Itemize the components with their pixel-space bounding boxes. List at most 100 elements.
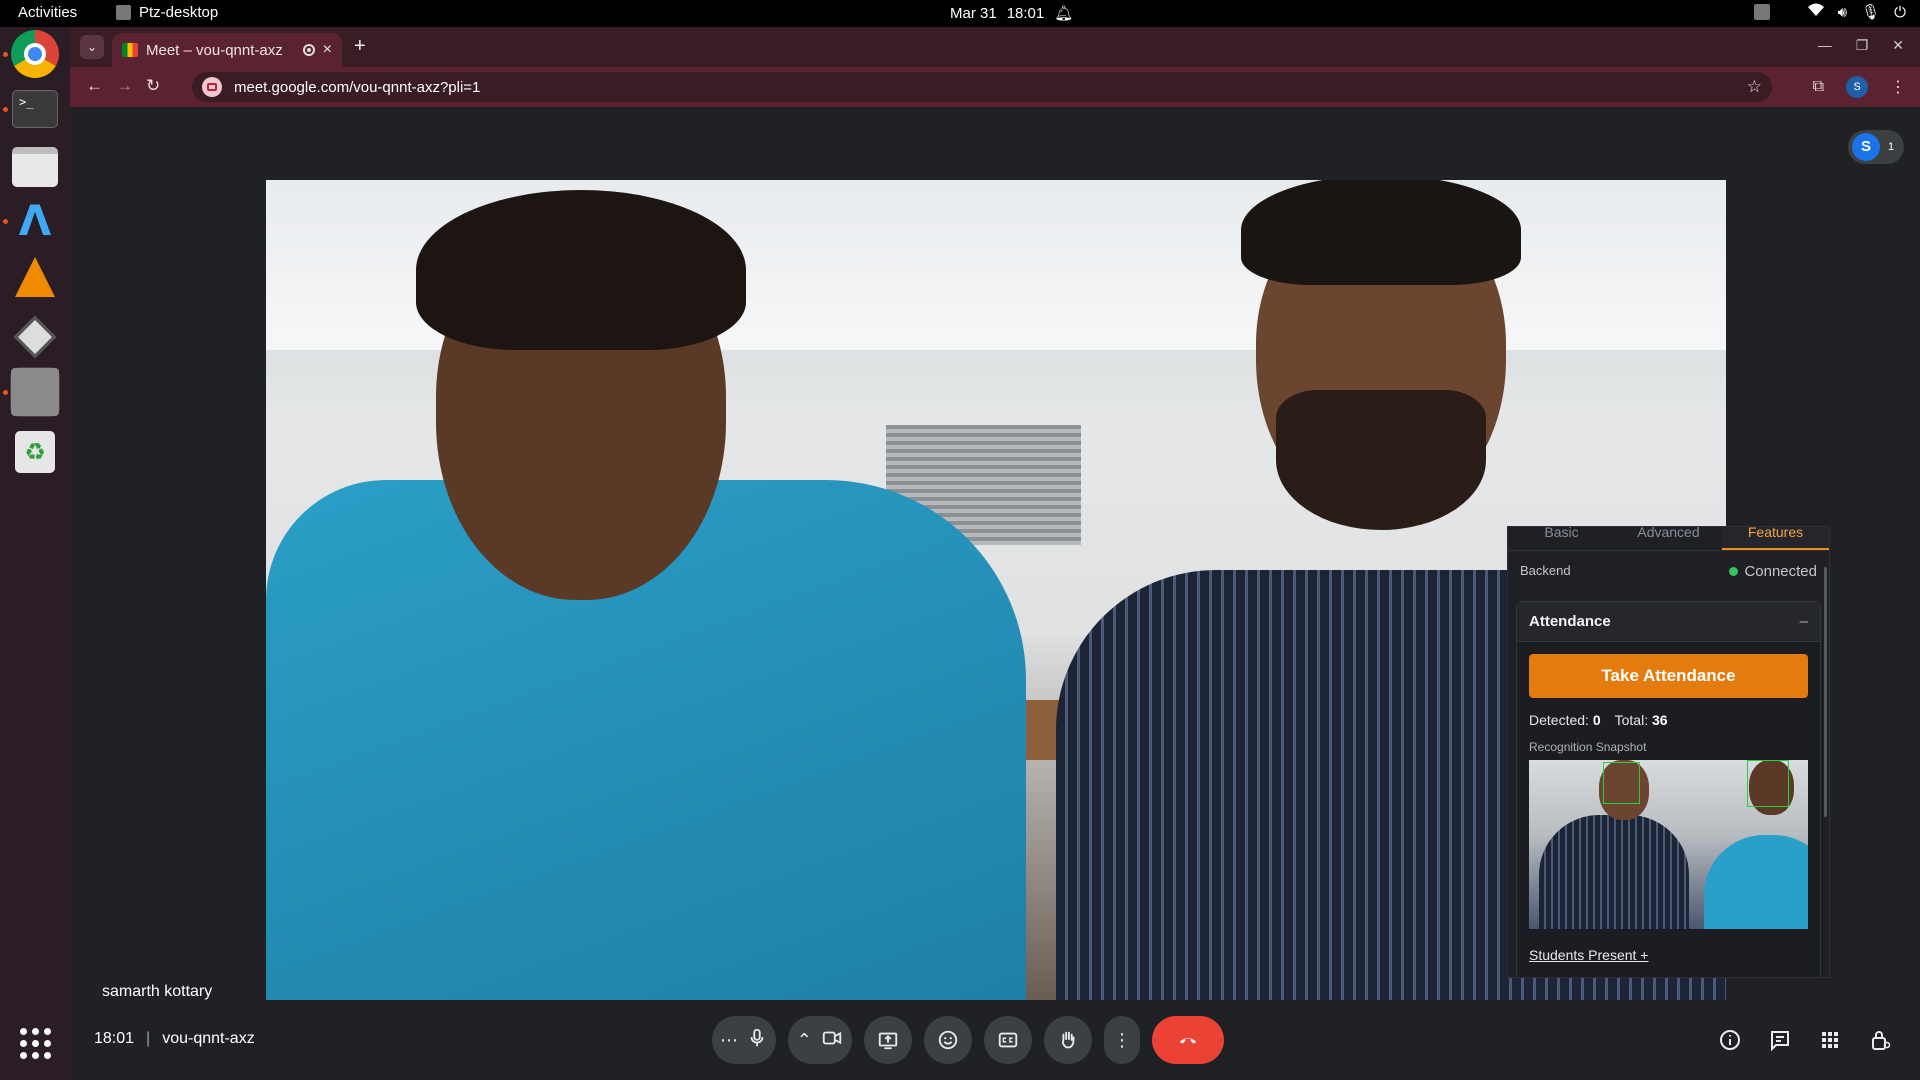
attendance-header[interactable]: Attendance –	[1517, 602, 1820, 642]
more-options-icon[interactable]: ⋯	[720, 1030, 738, 1051]
info-icon[interactable]	[1718, 1028, 1742, 1057]
chevron-up-icon[interactable]: ⌃	[797, 1030, 812, 1051]
face-detection-box	[1747, 760, 1789, 807]
take-attendance-button[interactable]: Take Attendance	[1529, 654, 1808, 698]
window-controls: — ❐ ✕	[1818, 37, 1904, 54]
tab-advanced[interactable]: Advanced	[1615, 527, 1722, 550]
browser-toolbar: ← → ↻ meet.google.com/vou-qnnt-axz?pli=1…	[70, 67, 1920, 107]
tab-features[interactable]: Features	[1722, 527, 1829, 550]
trash-icon[interactable]: ♻	[10, 427, 60, 477]
clock-button[interactable]: Mar 31 18:01 🔔︎	[950, 4, 1074, 23]
package-icon[interactable]	[10, 312, 60, 362]
minimize-icon[interactable]: —	[1818, 37, 1832, 54]
raise-hand-icon[interactable]	[1044, 1016, 1092, 1064]
captions-icon[interactable]	[984, 1016, 1032, 1064]
extensions-icon[interactable]: ⧉	[1813, 78, 1824, 96]
new-tab-button[interactable]: +	[354, 35, 366, 58]
toolbar-actions: ⧉ S ⋮	[1813, 76, 1906, 98]
recognition-snapshot	[1529, 760, 1808, 929]
microphone-icon[interactable]	[746, 1027, 768, 1054]
connection-status: Connected	[1729, 563, 1817, 580]
back-icon[interactable]: ←	[86, 76, 103, 96]
site-info-icon[interactable]	[202, 77, 222, 97]
clock-date: Mar 31	[950, 4, 997, 22]
tab-search-button[interactable]: ⌄	[80, 35, 104, 59]
arc-icon[interactable]: Λ	[10, 195, 60, 245]
meet-stage: S 1 Basic Advanced Features Backend Conn…	[70, 107, 1920, 1080]
end-call-icon[interactable]	[1152, 1016, 1224, 1064]
running-indicator	[3, 219, 8, 224]
maximize-icon[interactable]: ❐	[1856, 37, 1869, 54]
bookmark-star-icon[interactable]: ☆	[1747, 77, 1762, 97]
participant-avatar: S	[1852, 133, 1880, 161]
indicator-icon	[1753, 4, 1770, 20]
recording-icon	[302, 44, 315, 56]
system-tray[interactable]: 🔊︎ 🎙︎ ⏻	[1753, 3, 1906, 21]
dock: >_ Λ ♻	[0, 27, 70, 1080]
connection-status-text: Connected	[1744, 563, 1817, 580]
camera-icon[interactable]	[821, 1027, 843, 1054]
host-controls-icon[interactable]	[1868, 1028, 1892, 1057]
power-icon: ⏻	[1894, 3, 1906, 21]
terminal-icon[interactable]: >_	[10, 84, 60, 134]
meeting-code: vou-qnnt-axz	[162, 1030, 255, 1047]
chat-icon[interactable]	[1768, 1028, 1792, 1057]
menu-dots-icon[interactable]: ⋮	[1890, 77, 1906, 97]
detected-value: 0	[1592, 712, 1601, 728]
more-vert-icon[interactable]: ⋮	[1104, 1016, 1140, 1064]
chrome-icon[interactable]	[10, 29, 60, 79]
vlc-icon[interactable]	[10, 252, 60, 302]
volume-icon: 🔊︎	[1837, 3, 1848, 21]
window-icon[interactable]	[10, 367, 60, 417]
reload-icon[interactable]: ↻	[146, 76, 160, 96]
tab-strip: ⌄ Meet – vou-qnnt-axz × + — ❐ ✕	[70, 27, 1920, 67]
meeting-info: 18:01 | vou-qnnt-axz	[94, 1030, 255, 1048]
backend-label: Backend	[1520, 563, 1571, 578]
collapse-icon[interactable]: –	[1800, 613, 1808, 630]
show-apps-icon[interactable]	[20, 1028, 52, 1060]
audio-control-group: ⋯	[712, 1016, 776, 1064]
status-dot-icon	[1729, 567, 1739, 576]
close-tab-icon[interactable]: ×	[323, 41, 332, 59]
tab-title: Meet – vou-qnnt-axz	[146, 41, 283, 59]
total-count: Total: 36	[1615, 712, 1668, 728]
panel-tabs: Basic Advanced Features	[1508, 527, 1829, 551]
video-control-group: ⌃	[788, 1016, 852, 1064]
total-label: Total:	[1614, 712, 1649, 728]
app-menu[interactable]: Ptz-desktop	[116, 4, 218, 21]
running-indicator	[3, 52, 8, 57]
snapshot-person-left	[1539, 815, 1689, 929]
tab-meet[interactable]: Meet – vou-qnnt-axz ×	[112, 33, 342, 67]
activities-button[interactable]: Activities	[18, 4, 77, 21]
files-icon[interactable]	[10, 142, 60, 192]
meeting-clock: 18:01	[94, 1030, 135, 1047]
wifi-icon	[1807, 3, 1824, 21]
clock-time: 18:01	[1006, 4, 1045, 22]
participants-badge[interactable]: S 1	[1848, 130, 1904, 164]
activities-icon[interactable]	[1818, 1028, 1842, 1057]
attendance-counts: Detected: 0 Total: 36	[1529, 712, 1808, 728]
speaker-name: samarth kottary	[102, 983, 213, 1000]
app-icon	[116, 5, 131, 20]
attendance-title: Attendance	[1529, 613, 1611, 630]
snapshot-label: Recognition Snapshot	[1529, 740, 1647, 754]
participant-count: 1	[1888, 141, 1895, 153]
address-bar[interactable]: meet.google.com/vou-qnnt-axz?pli=1 ☆	[192, 72, 1772, 102]
forward-icon[interactable]: →	[116, 76, 133, 96]
call-controls: ⋯ ⌃ ⋮	[712, 1016, 1224, 1064]
panel-scrollbar[interactable]	[1824, 567, 1827, 817]
tab-basic[interactable]: Basic	[1508, 527, 1615, 550]
divider: |	[146, 1030, 151, 1047]
face-detection-box	[1603, 762, 1640, 804]
system-top-bar: Activities Ptz-desktop Mar 31 18:01 🔔︎ 🔊…	[0, 0, 1920, 27]
browser-window: ⌄ Meet – vou-qnnt-axz × + — ❐ ✕ ← → ↻ me…	[70, 27, 1920, 1080]
students-present-link[interactable]: Students Present +	[1529, 947, 1808, 963]
person-right-hair	[1241, 180, 1521, 285]
running-indicator	[3, 390, 8, 395]
emoji-icon[interactable]	[924, 1016, 972, 1064]
detected-label: Detected:	[1529, 712, 1589, 728]
present-icon[interactable]	[864, 1016, 912, 1064]
profile-avatar[interactable]: S	[1846, 76, 1868, 98]
close-window-icon[interactable]: ✕	[1892, 37, 1904, 54]
notification-bell-icon: 🔔︎	[1054, 5, 1074, 22]
